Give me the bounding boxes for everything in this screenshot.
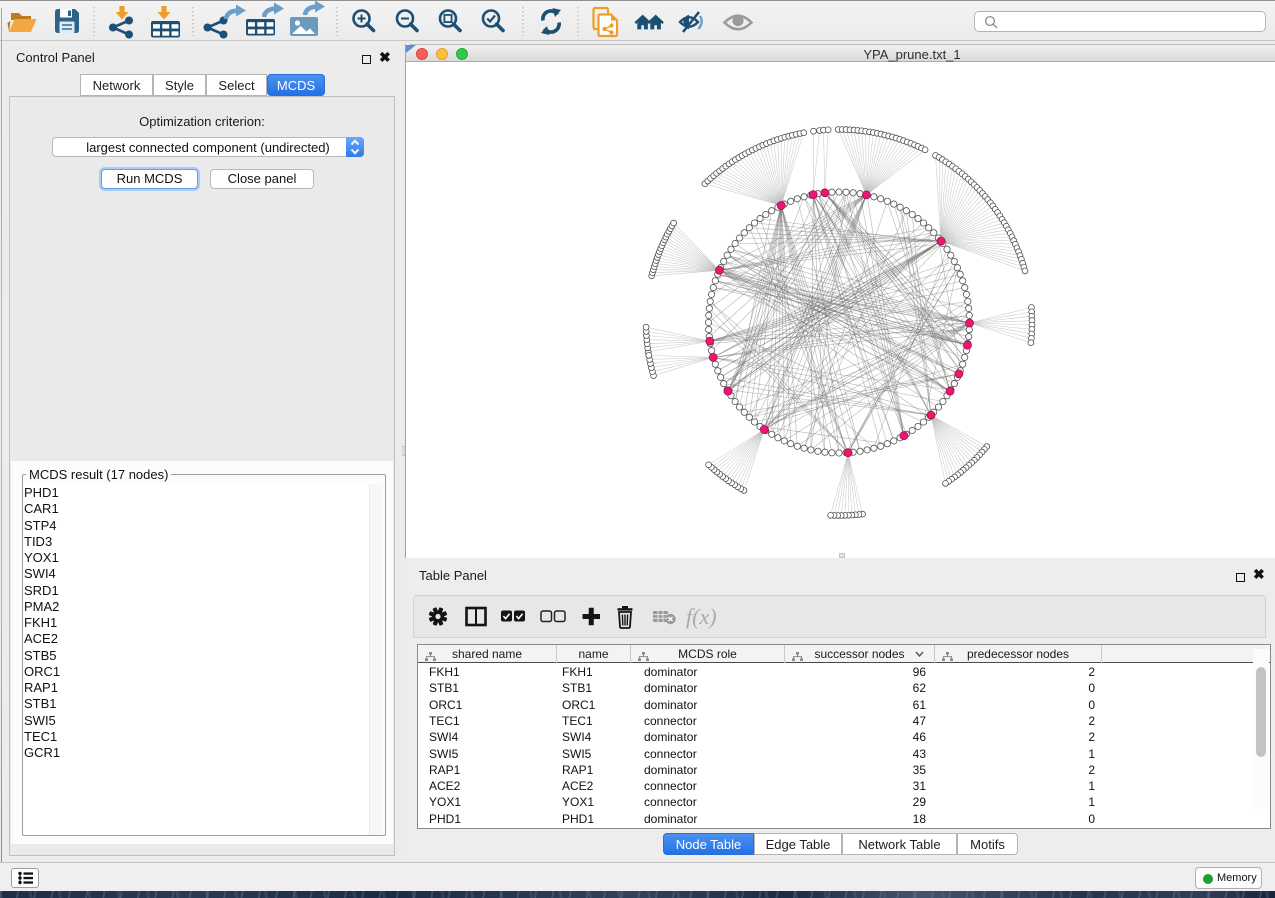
- svg-text:f(x): f(x): [686, 604, 717, 629]
